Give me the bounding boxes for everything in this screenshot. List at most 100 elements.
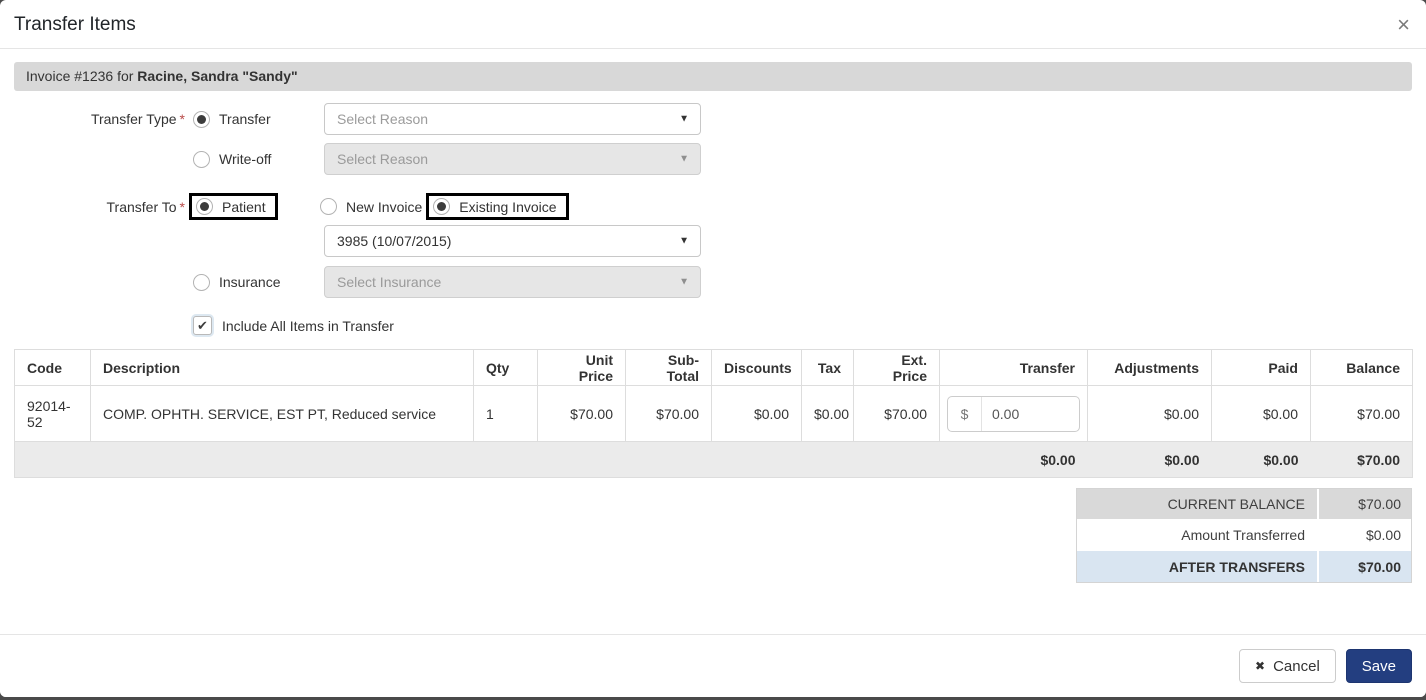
radio-transfer-label: Transfer [219,111,271,127]
existing-invoice-select[interactable]: 3985 (10/07/2015) ▼ [324,225,701,257]
insurance-placeholder: Select Insurance [337,274,441,290]
invoice-info-bar: Invoice #1236 for Racine, Sandra "Sandy" [14,62,1412,91]
radio-transfer-circle[interactable] [193,111,210,128]
table-totals-row: $0.00 $0.00 $0.00 $70.00 [15,442,1413,478]
click-highlight-patient: Patient [189,193,278,220]
radio-new-invoice-circle[interactable] [320,198,337,215]
col-header-unit-price: Unit Price [538,350,626,386]
cell-transfer: $ [940,386,1088,442]
balance-summary: CURRENT BALANCE $70.00 Amount Transferre… [1076,488,1412,583]
writeoff-reason-placeholder: Select Reason [337,151,428,167]
table-header-row: Code Description Qty Unit Price Sub-Tota… [15,350,1413,386]
chevron-down-icon: ▼ [679,114,689,125]
table-row: 92014-52 COMP. OPHTH. SERVICE, EST PT, R… [15,386,1413,442]
col-header-tax: Tax [802,350,854,386]
summary-amount-transferred-row: Amount Transferred $0.00 [1077,520,1411,551]
modal-header: Transfer Items × [0,0,1426,49]
writeoff-row: Write-off Select Reason ▼ [14,143,1412,175]
col-header-discounts: Discounts [712,350,802,386]
radio-patient[interactable]: Patient [196,198,266,215]
cell-discounts: $0.00 [712,386,802,442]
chevron-down-icon: ▼ [679,236,689,247]
transfer-reason-select[interactable]: Select Reason ▼ [324,103,701,135]
radio-new-invoice[interactable]: New Invoice [320,198,422,215]
cell-unit-price: $70.00 [538,386,626,442]
radio-existing-invoice-circle[interactable] [433,198,450,215]
summary-current-balance-value: $70.00 [1319,489,1411,519]
transfer-to-row: Transfer To* Patient New Invoice [14,193,1412,220]
radio-transfer[interactable]: Transfer [193,111,271,128]
cell-adjustments: $0.00 [1088,386,1212,442]
radio-patient-label: Patient [222,199,266,215]
radio-insurance[interactable]: Insurance [193,274,280,291]
col-header-ext-price: Ext. Price [854,350,940,386]
close-icon[interactable]: × [1397,14,1410,36]
writeoff-reason-select: Select Reason ▼ [324,143,701,175]
include-all-label: Include All Items in Transfer [222,318,394,334]
insurance-row: Insurance Select Insurance ▼ [14,266,1412,298]
chevron-down-icon: ▼ [679,154,689,165]
summary-amount-transferred-value: $0.00 [1319,520,1411,550]
radio-insurance-circle[interactable] [193,274,210,291]
transfer-type-label: Transfer Type* [14,111,185,127]
existing-invoice-selected-value: 3985 (10/07/2015) [337,233,451,249]
cell-ext-price: $70.00 [854,386,940,442]
summary-after-transfers-row: AFTER TRANSFERS $70.00 [1077,551,1411,582]
transfer-amount-group: $ [947,396,1080,432]
cancel-x-icon: ✖ [1255,659,1265,673]
check-icon: ✔ [197,318,208,334]
balance-summary-wrap: CURRENT BALANCE $70.00 Amount Transferre… [0,488,1412,583]
transfer-form: Transfer Type* Transfer Select Reason ▼ [0,103,1426,335]
col-header-qty: Qty [474,350,538,386]
summary-after-transfers-label: AFTER TRANSFERS [1077,551,1319,582]
radio-insurance-label: Insurance [219,274,280,290]
cancel-button-label: Cancel [1273,658,1320,675]
cell-tax: $0.00 [802,386,854,442]
required-asterisk: * [180,111,185,127]
cell-paid: $0.00 [1212,386,1311,442]
summary-amount-transferred-label: Amount Transferred [1077,520,1319,550]
summary-current-balance-row: CURRENT BALANCE $70.00 [1077,489,1411,520]
transfer-items-modal: Transfer Items × Invoice #1236 for Racin… [0,0,1426,697]
include-all-checkbox[interactable]: ✔ [193,316,212,335]
summary-after-transfers-value: $70.00 [1319,551,1411,582]
radio-existing-invoice-label: Existing Invoice [459,199,556,215]
save-button[interactable]: Save [1346,649,1412,683]
transfer-to-label: Transfer To* [14,199,185,215]
page-title: Transfer Items [14,14,136,36]
col-header-code: Code [15,350,91,386]
radio-patient-circle[interactable] [196,198,213,215]
col-header-adjustments: Adjustments [1088,350,1212,386]
radio-writeoff[interactable]: Write-off [193,151,271,168]
total-balance: $70.00 [1311,442,1413,478]
col-header-transfer: Transfer [940,350,1088,386]
invoice-prefix: Invoice #1236 for [26,68,137,84]
col-header-sub-total: Sub-Total [626,350,712,386]
invoice-items-table: Code Description Qty Unit Price Sub-Tota… [14,349,1413,478]
total-adjustments: $0.00 [1088,442,1212,478]
radio-new-invoice-label: New Invoice [346,199,422,215]
modal-footer: ✖ Cancel Save [0,634,1426,697]
cell-balance: $70.00 [1311,386,1413,442]
col-header-description: Description [91,350,474,386]
radio-existing-invoice[interactable]: Existing Invoice [433,198,556,215]
transfer-type-row: Transfer Type* Transfer Select Reason ▼ [14,103,1412,135]
cell-description: COMP. OPHTH. SERVICE, EST PT, Reduced se… [91,386,474,442]
include-all-row: ✔ Include All Items in Transfer [14,316,1412,335]
cell-code: 92014-52 [15,386,91,442]
transfer-amount-input[interactable] [982,406,1079,422]
cancel-button[interactable]: ✖ Cancel [1239,649,1336,683]
transfer-reason-placeholder: Select Reason [337,111,428,127]
radio-writeoff-label: Write-off [219,151,271,167]
cell-qty: 1 [474,386,538,442]
cell-sub-total: $70.00 [626,386,712,442]
col-header-balance: Balance [1311,350,1413,386]
insurance-select: Select Insurance ▼ [324,266,701,298]
radio-writeoff-circle[interactable] [193,151,210,168]
existing-invoice-select-row: 3985 (10/07/2015) ▼ [14,225,1412,257]
click-highlight-existing-invoice: Existing Invoice [426,193,568,220]
patient-name: Racine, Sandra "Sandy" [137,68,297,84]
col-header-paid: Paid [1212,350,1311,386]
summary-current-balance-label: CURRENT BALANCE [1077,489,1319,519]
required-asterisk: * [180,199,185,215]
